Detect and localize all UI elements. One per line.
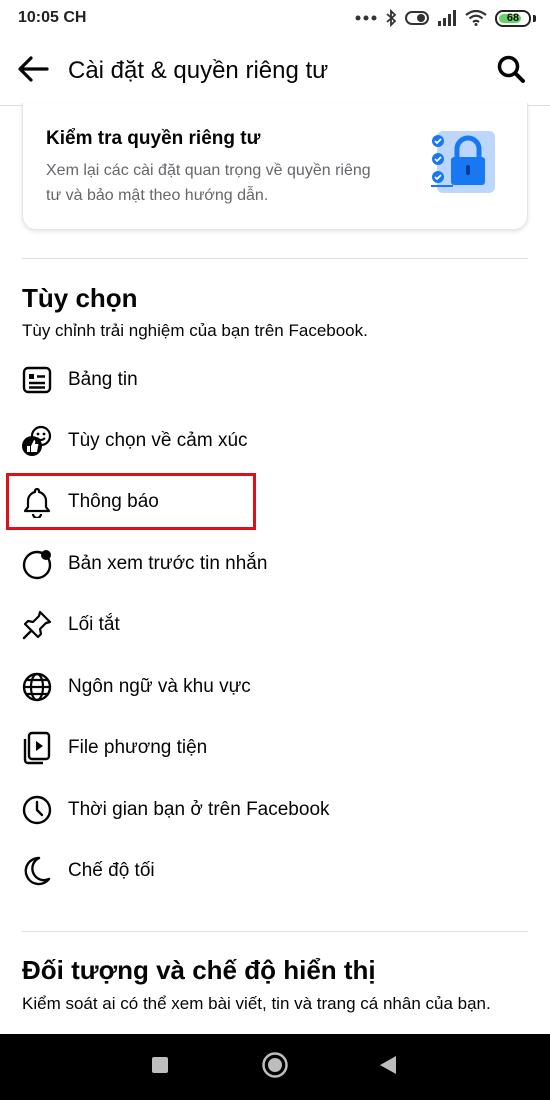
menu-item-shortcuts[interactable]: Lối tắt bbox=[0, 595, 550, 655]
preferences-description: Tùy chỉnh trải nghiệm của bạn trên Faceb… bbox=[22, 321, 368, 340]
home-circle-icon bbox=[261, 1051, 289, 1084]
bell-icon bbox=[20, 485, 54, 519]
menu-item-dark-mode[interactable]: Chế độ tối bbox=[0, 841, 550, 901]
privacy-checkup-description: Xem lại các cài đặt quan trọng về quyền … bbox=[46, 162, 371, 204]
privacy-lock-checklist-icon bbox=[431, 131, 497, 197]
search-button[interactable] bbox=[492, 52, 530, 90]
menu-item-label: Bản xem trước tin nhắn bbox=[68, 553, 268, 574]
menu-item-label: Thông báo bbox=[68, 491, 159, 512]
divider bbox=[22, 258, 528, 259]
triangle-back-icon bbox=[378, 1054, 398, 1081]
back-button[interactable] bbox=[14, 52, 52, 90]
back-nav-button[interactable] bbox=[368, 1047, 408, 1087]
moon-icon bbox=[20, 854, 54, 888]
recent-apps-button[interactable] bbox=[140, 1047, 180, 1087]
app-header: Cài đặt & quyền riêng tư bbox=[0, 36, 550, 106]
bluetooth-icon bbox=[385, 9, 397, 27]
news-feed-icon bbox=[20, 363, 54, 397]
home-button[interactable] bbox=[255, 1047, 295, 1087]
divider bbox=[22, 931, 528, 932]
system-nav-bar bbox=[0, 1034, 550, 1100]
signal-icon bbox=[437, 10, 457, 26]
reactions-icon bbox=[20, 424, 54, 458]
status-bar: 10:05 CH 68 bbox=[0, 0, 550, 36]
menu-item-message-preview[interactable]: Bản xem trước tin nhắn bbox=[0, 534, 550, 594]
privacy-checkup-card[interactable]: Kiểm tra quyền riêng tư Xem lại các cài … bbox=[22, 103, 528, 230]
clock-icon bbox=[20, 793, 54, 827]
square-icon bbox=[151, 1056, 169, 1079]
menu-item-language-region[interactable]: Ngôn ngữ và khu vực bbox=[0, 657, 550, 717]
message-preview-icon bbox=[20, 547, 54, 581]
menu-item-label: Ngôn ngữ và khu vực bbox=[68, 676, 251, 697]
audience-title: Đối tượng và chế độ hiển thị bbox=[22, 955, 376, 985]
menu-item-time-on-facebook[interactable]: Thời gian bạn ở trên Facebook bbox=[0, 780, 550, 840]
menu-item-media-files[interactable]: File phương tiện bbox=[0, 718, 550, 778]
battery-level: 68 bbox=[506, 12, 520, 24]
more-dots-icon bbox=[355, 15, 377, 21]
menu-item-label: Thời gian bạn ở trên Facebook bbox=[68, 799, 330, 820]
battery-icon: 68 bbox=[495, 9, 531, 27]
privacy-checkup-title: Kiểm tra quyền riêng tư bbox=[46, 128, 261, 149]
menu-item-label: Chế độ tối bbox=[68, 860, 155, 881]
menu-item-notifications[interactable]: Thông báo bbox=[0, 472, 550, 532]
status-icons: 68 bbox=[355, 8, 536, 28]
menu-item-label: Tùy chọn về cảm xúc bbox=[68, 430, 248, 451]
arrow-left-icon bbox=[17, 55, 49, 88]
globe-icon bbox=[20, 670, 54, 704]
page-title: Cài đặt & quyền riêng tư bbox=[68, 57, 329, 84]
menu-item-label: Bảng tin bbox=[68, 369, 138, 390]
menu-item-label: File phương tiện bbox=[68, 737, 208, 758]
alarm-toggle-icon bbox=[405, 10, 429, 26]
wifi-icon bbox=[465, 10, 487, 26]
preferences-title: Tùy chọn bbox=[22, 283, 138, 313]
status-time: 10:05 CH bbox=[18, 9, 87, 26]
menu-item-news-feed[interactable]: Bảng tin bbox=[0, 350, 550, 410]
search-icon bbox=[496, 54, 526, 89]
media-files-icon bbox=[20, 731, 54, 765]
pin-icon bbox=[20, 608, 54, 642]
menu-item-label: Lối tắt bbox=[68, 614, 120, 635]
audience-description: Kiểm soát ai có thể xem bài viết, tin và… bbox=[22, 994, 491, 1013]
menu-item-reactions[interactable]: Tùy chọn về cảm xúc bbox=[0, 411, 550, 471]
